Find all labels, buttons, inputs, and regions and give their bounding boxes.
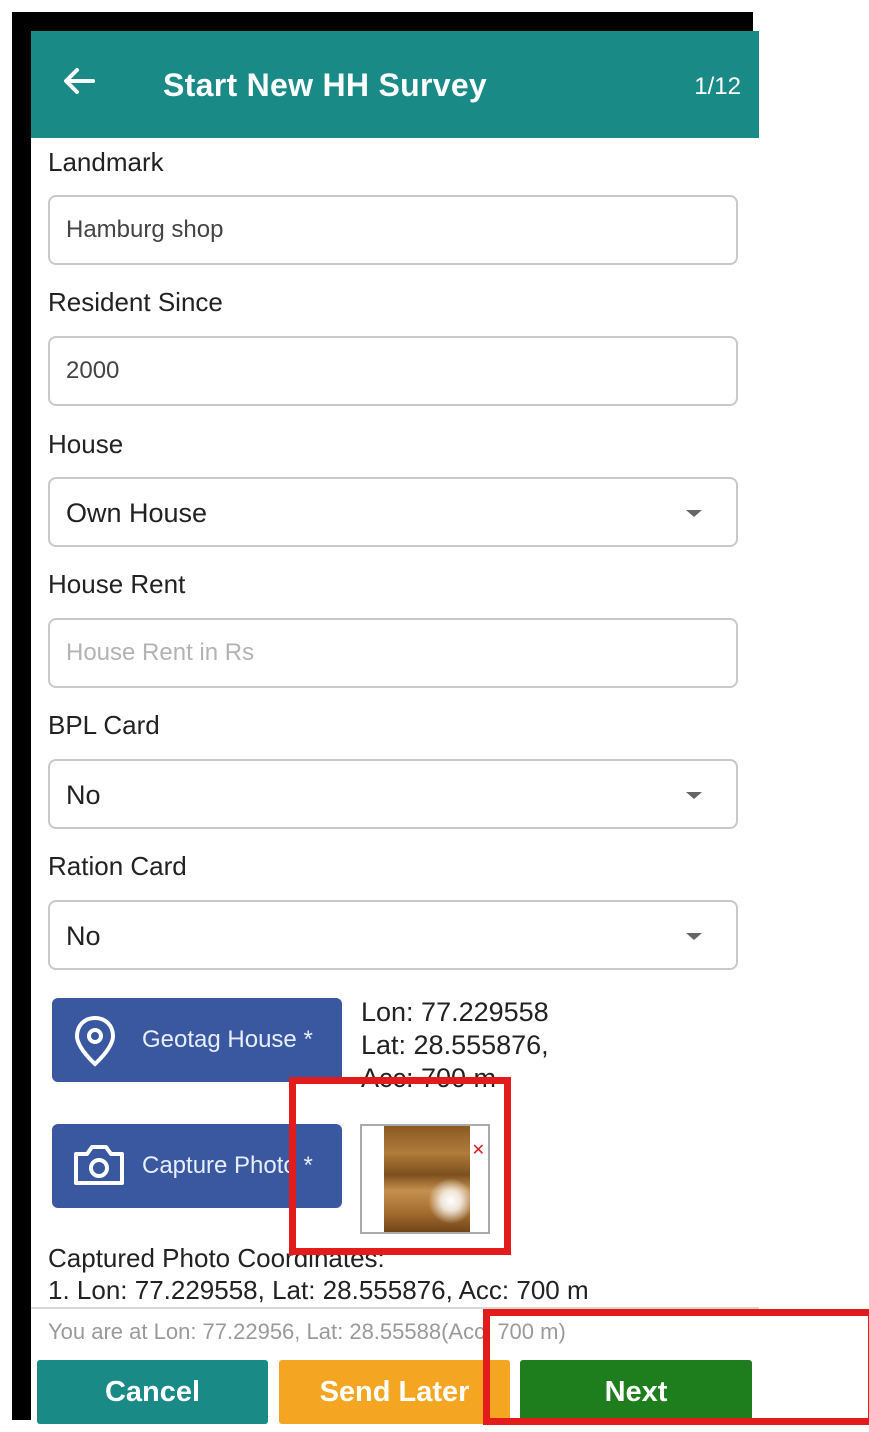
geotag-acc: Acc: 700 m [361, 1063, 497, 1093]
cancel-button[interactable]: Cancel [37, 1360, 268, 1424]
house-select[interactable]: Own House [48, 477, 738, 547]
geotag-house-label: Geotag House * [142, 1026, 313, 1053]
chevron-down-icon [686, 510, 702, 517]
close-icon[interactable]: ✕ [472, 1140, 485, 1160]
captured-photo-thumbnail[interactable]: ✕ [360, 1124, 490, 1234]
divider [31, 1307, 759, 1309]
ration-card-label: Ration Card [48, 851, 187, 881]
app-header: Start New HH Survey 1/12 [31, 31, 759, 138]
arrow-left-icon [64, 68, 95, 94]
geotag-lon: Lon: 77.229558 [361, 997, 549, 1027]
page-indicator: 1/12 [694, 73, 741, 100]
photo-glare [428, 1178, 474, 1224]
house-label: House [48, 429, 124, 459]
chevron-down-icon [686, 933, 702, 940]
house-rent-label: House Rent [48, 569, 186, 599]
house-rent-input[interactable] [50, 620, 702, 686]
captured-photo-coords-title: Captured Photo Coordinates: [48, 1243, 385, 1273]
resident-since-field[interactable] [48, 336, 738, 406]
capture-photo-label: Capture Photo * [142, 1152, 313, 1179]
current-location-status: You are at Lon: 77.22956, Lat: 28.55588(… [48, 1319, 566, 1344]
landmark-field[interactable] [48, 195, 738, 265]
page-title: Start New HH Survey [163, 67, 488, 103]
camera-icon [74, 1145, 124, 1185]
geotag-lat: Lat: 28.555876, [361, 1030, 549, 1060]
geotag-coordinates: Lon: 77.229558 Lat: 28.555876, Acc: 700 … [361, 996, 549, 1095]
next-button[interactable]: Next [520, 1360, 752, 1424]
landmark-label: Landmark [48, 147, 164, 177]
captured-photo-coords-line: 1. Lon: 77.229558, Lat: 28.555876, Acc: … [48, 1275, 589, 1305]
geotag-house-button[interactable]: Geotag House * [52, 998, 342, 1082]
bpl-card-select[interactable]: No [48, 759, 738, 829]
resident-since-input[interactable] [50, 338, 702, 404]
app-screen: Start New HH Survey 1/12 Landmark Reside… [31, 31, 759, 1432]
house-selected-value: Own House [66, 498, 208, 528]
bpl-card-selected-value: No [66, 780, 101, 810]
chevron-down-icon [686, 792, 702, 799]
capture-photo-button[interactable]: Capture Photo * [52, 1124, 342, 1208]
bpl-card-label: BPL Card [48, 710, 160, 740]
send-later-button[interactable]: Send Later [279, 1360, 510, 1424]
house-rent-field[interactable] [48, 618, 738, 688]
ration-card-selected-value: No [66, 921, 101, 951]
ration-card-select[interactable]: No [48, 900, 738, 970]
device-frame: Start New HH Survey 1/12 Landmark Reside… [12, 12, 759, 1432]
landmark-input[interactable] [50, 197, 702, 263]
back-button[interactable] [59, 61, 99, 101]
location-pin-icon [74, 1015, 116, 1067]
resident-since-label: Resident Since [48, 287, 223, 317]
